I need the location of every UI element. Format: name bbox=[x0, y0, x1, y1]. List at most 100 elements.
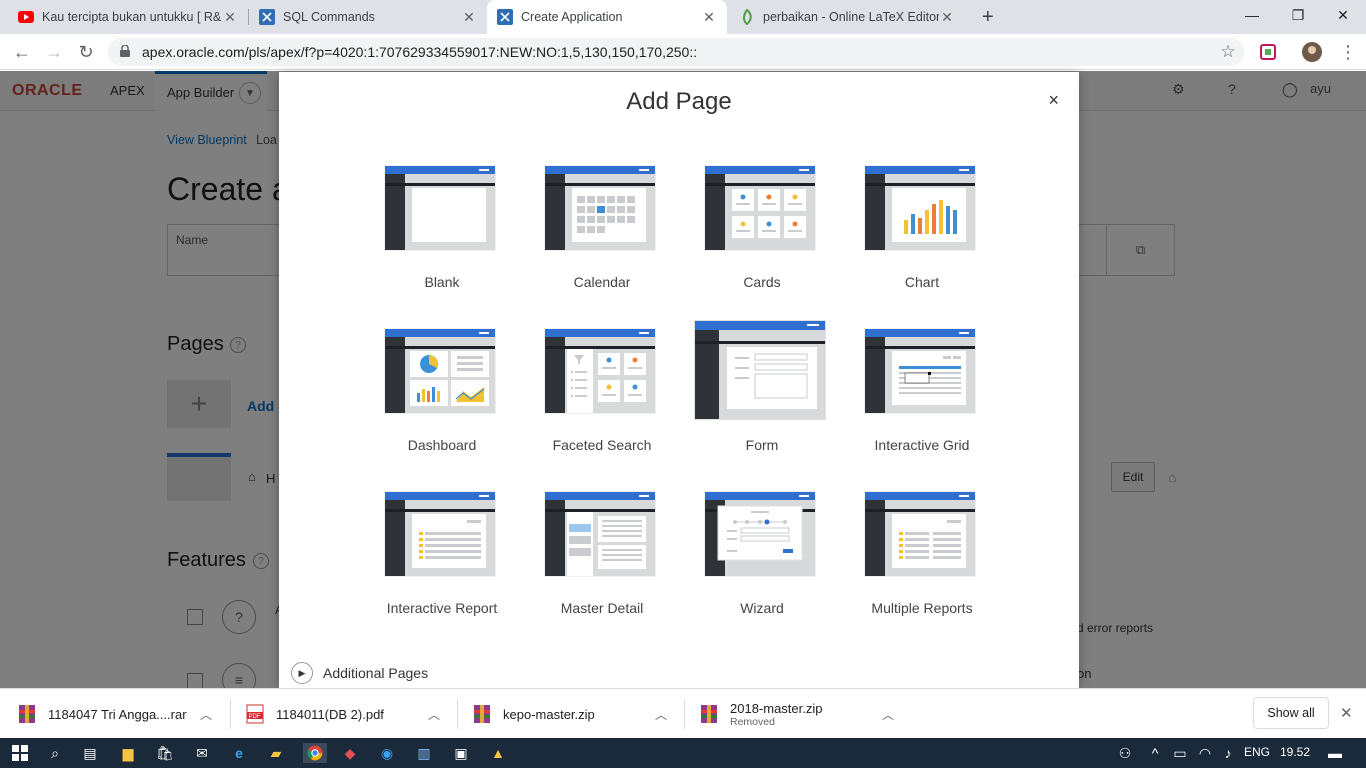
photos-icon[interactable]: ▣ bbox=[451, 743, 471, 763]
chevron-up-icon[interactable]: ^ bbox=[1145, 743, 1165, 763]
page-type-blank[interactable]: Blank bbox=[364, 165, 500, 295]
wizard-label: Wizard bbox=[740, 600, 784, 616]
rar-file-icon bbox=[18, 704, 36, 724]
download-filename: 1184047 Tri Angga....rar bbox=[48, 706, 187, 722]
app-icon[interactable]: ◉ bbox=[377, 743, 397, 763]
wifi-icon[interactable]: ◠ bbox=[1195, 743, 1215, 763]
winrar-icon[interactable]: ▲ bbox=[488, 743, 508, 763]
blank-label: Blank bbox=[424, 274, 460, 290]
minimize-icon[interactable]: — bbox=[1229, 0, 1275, 30]
page-type-wizard[interactable]: Wizard bbox=[684, 491, 820, 621]
back-icon[interactable]: ← bbox=[8, 38, 36, 66]
maps-icon[interactable]: ◆ bbox=[340, 743, 360, 763]
page-type-cards[interactable]: Cards bbox=[684, 165, 820, 295]
apex-icon bbox=[497, 9, 513, 25]
close-window-icon[interactable]: ✕ bbox=[1320, 0, 1366, 30]
new-tab-button[interactable]: + bbox=[972, 0, 1002, 34]
mail-icon[interactable]: ✉ bbox=[192, 743, 212, 763]
lock-icon bbox=[120, 44, 132, 60]
file-explorer-icon[interactable]: ▆ bbox=[118, 743, 138, 763]
tab-create-application[interactable]: Create Application ✕ bbox=[487, 0, 727, 34]
tab-close-icon[interactable]: ✕ bbox=[701, 9, 717, 26]
tab-overleaf[interactable]: perbaikan - Online LaTeX Editor O ✕ bbox=[729, 0, 965, 34]
faceted-search-label: Faceted Search bbox=[552, 437, 652, 453]
cards-label: Cards bbox=[743, 274, 781, 290]
page-type-chart[interactable]: Chart bbox=[844, 165, 980, 295]
download-item[interactable]: kepo-master.zip ︿ bbox=[473, 689, 683, 739]
download-item[interactable]: 1184047 Tri Angga....rar ︿ bbox=[18, 689, 228, 739]
calendar-label: Calendar bbox=[573, 274, 631, 290]
clock[interactable]: 19.52 bbox=[1280, 745, 1310, 759]
additional-pages-toggle[interactable]: ▶ Additional Pages bbox=[291, 662, 428, 684]
wizard-thumbnail bbox=[704, 491, 816, 577]
battery-icon[interactable]: ▭ bbox=[1170, 743, 1190, 763]
bookmark-star-icon[interactable]: ☆ bbox=[1214, 38, 1242, 66]
edge-icon[interactable]: e bbox=[229, 743, 249, 763]
download-item[interactable]: 2018-master.zip Removed ︿ bbox=[700, 689, 910, 739]
page-type-dashboard[interactable]: Dashboard bbox=[364, 328, 500, 458]
chevron-up-icon[interactable]: ︿ bbox=[655, 706, 667, 723]
download-info: 2018-master.zip Removed bbox=[730, 701, 823, 728]
menu-icon[interactable]: ⋮ bbox=[1334, 38, 1362, 66]
tab-close-icon[interactable]: ✕ bbox=[461, 9, 477, 26]
chevron-up-icon[interactable]: ︿ bbox=[428, 706, 440, 723]
sticky-notes-icon[interactable]: ▰ bbox=[266, 743, 286, 763]
download-filename: kepo-master.zip bbox=[503, 706, 595, 722]
dashboard-thumbnail bbox=[384, 328, 496, 414]
master-detail-label: Master Detail bbox=[560, 600, 644, 616]
browser-toolbar: ← → ↻ apex.oracle.com/pls/apex/f?p=4020:… bbox=[0, 34, 1366, 70]
interactive-grid-label: Interactive Grid bbox=[874, 437, 970, 453]
tab-youtube[interactable]: Kau tercipta bukan untukku [ R& ✕ bbox=[8, 0, 248, 34]
restore-icon[interactable]: ❐ bbox=[1275, 0, 1321, 30]
calendar-thumbnail bbox=[544, 165, 656, 251]
task-view-icon[interactable]: ▤ bbox=[80, 743, 100, 763]
page-type-form[interactable]: Form bbox=[684, 320, 826, 458]
page-type-faceted-search[interactable]: Faceted Search bbox=[524, 328, 660, 458]
reload-icon[interactable]: ↻ bbox=[72, 38, 100, 66]
forward-icon[interactable]: → bbox=[40, 38, 68, 66]
notification-icon[interactable]: ▬ bbox=[1325, 743, 1345, 763]
language-indicator[interactable]: ENG bbox=[1244, 745, 1270, 759]
show-all-button[interactable]: Show all bbox=[1253, 697, 1329, 729]
additional-pages-label: Additional Pages bbox=[323, 665, 429, 681]
chevron-up-icon[interactable]: ︿ bbox=[200, 706, 212, 723]
tab-close-icon[interactable]: ✕ bbox=[939, 9, 955, 26]
close-icon[interactable]: ✕ bbox=[1340, 704, 1353, 722]
chrome-icon[interactable] bbox=[303, 743, 327, 763]
faceted-search-thumbnail bbox=[544, 328, 656, 414]
tab-title: Create Application bbox=[521, 10, 623, 24]
search-icon[interactable]: ⌕ bbox=[45, 743, 65, 763]
download-item[interactable]: PDF 1184011(DB 2).pdf ︿ bbox=[246, 689, 456, 739]
chart-thumbnail bbox=[864, 165, 976, 251]
address-bar[interactable]: apex.oracle.com/pls/apex/f?p=4020:1:7076… bbox=[108, 38, 1244, 66]
dashboard-label: Dashboard bbox=[407, 437, 477, 453]
page-type-interactive-report[interactable]: Interactive Report bbox=[364, 491, 500, 621]
chevron-up-icon[interactable]: ︿ bbox=[882, 706, 894, 723]
page-type-calendar[interactable]: Calendar bbox=[524, 165, 660, 295]
interactive-grid-thumbnail bbox=[864, 328, 976, 414]
play-icon: ▶ bbox=[291, 662, 313, 684]
notepad-icon[interactable]: ▥ bbox=[414, 743, 434, 763]
people-icon[interactable]: ⚇ bbox=[1115, 743, 1135, 763]
tab-sql-commands[interactable]: SQL Commands ✕ bbox=[249, 0, 487, 34]
chart-label: Chart bbox=[904, 274, 940, 290]
page-type-multiple-reports[interactable]: Multiple Reports bbox=[844, 491, 980, 621]
page-type-master-detail[interactable]: Master Detail bbox=[524, 491, 660, 621]
windows-taskbar: ⌕ ▤ ▆ 🛍 ✉ e ▰ ◆ ◉ ▥ ▣ ▲ ⚇ ^ ▭ ◠ ♪ ENG 19… bbox=[0, 738, 1366, 768]
store-icon[interactable]: 🛍 bbox=[155, 743, 175, 763]
tab-title: Kau tercipta bukan untukku [ R& bbox=[42, 10, 222, 24]
page-type-interactive-grid[interactable]: Interactive Grid bbox=[844, 328, 980, 458]
tab-close-icon[interactable]: ✕ bbox=[222, 9, 238, 26]
close-icon[interactable]: × bbox=[1048, 90, 1059, 111]
blank-thumbnail bbox=[384, 165, 496, 251]
dialog-title: Add Page bbox=[626, 88, 732, 115]
volume-icon[interactable]: ♪ bbox=[1218, 743, 1238, 763]
windows-start-icon[interactable] bbox=[10, 743, 30, 763]
youtube-icon bbox=[18, 9, 34, 25]
download-shelf: 1184047 Tri Angga....rar ︿ PDF 1184011(D… bbox=[0, 688, 1366, 738]
profile-avatar[interactable] bbox=[1298, 38, 1326, 66]
download-filename: 2018-master.zip bbox=[730, 700, 823, 716]
browser-tab-strip: Kau tercipta bukan untukku [ R& ✕ SQL Co… bbox=[0, 0, 1366, 34]
zip-file-icon bbox=[700, 704, 718, 724]
extension-icon[interactable] bbox=[1254, 38, 1282, 66]
